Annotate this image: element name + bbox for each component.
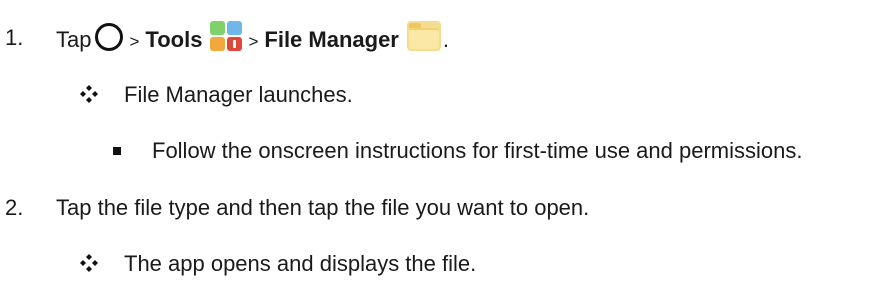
sentence-end: . xyxy=(442,27,449,52)
separator: > xyxy=(129,32,140,51)
home-circle-icon xyxy=(95,23,124,51)
tools-label: Tools xyxy=(145,27,203,52)
step-number: 2. xyxy=(5,195,24,220)
step-1-instruction: Tap > Tools > File Manager . xyxy=(56,21,449,55)
square-bullet-icon xyxy=(113,147,121,155)
four-diamond-bullet-icon xyxy=(80,254,98,272)
step-number: 1. xyxy=(5,25,24,50)
tap-label: Tap xyxy=(56,27,92,52)
step-2-instruction: Tap the file type and then tap the file … xyxy=(56,195,590,220)
tools-folder-icon xyxy=(210,21,243,51)
file-manager-folder-icon xyxy=(406,21,441,51)
separator: > xyxy=(248,32,259,51)
result-text: The app opens and displays the file. xyxy=(124,251,477,276)
result-text: File Manager launches. xyxy=(124,82,353,107)
note-text: Follow the onscreen instructions for fir… xyxy=(152,138,803,163)
file-manager-label: File Manager xyxy=(264,27,399,52)
four-diamond-bullet-icon xyxy=(80,85,98,103)
